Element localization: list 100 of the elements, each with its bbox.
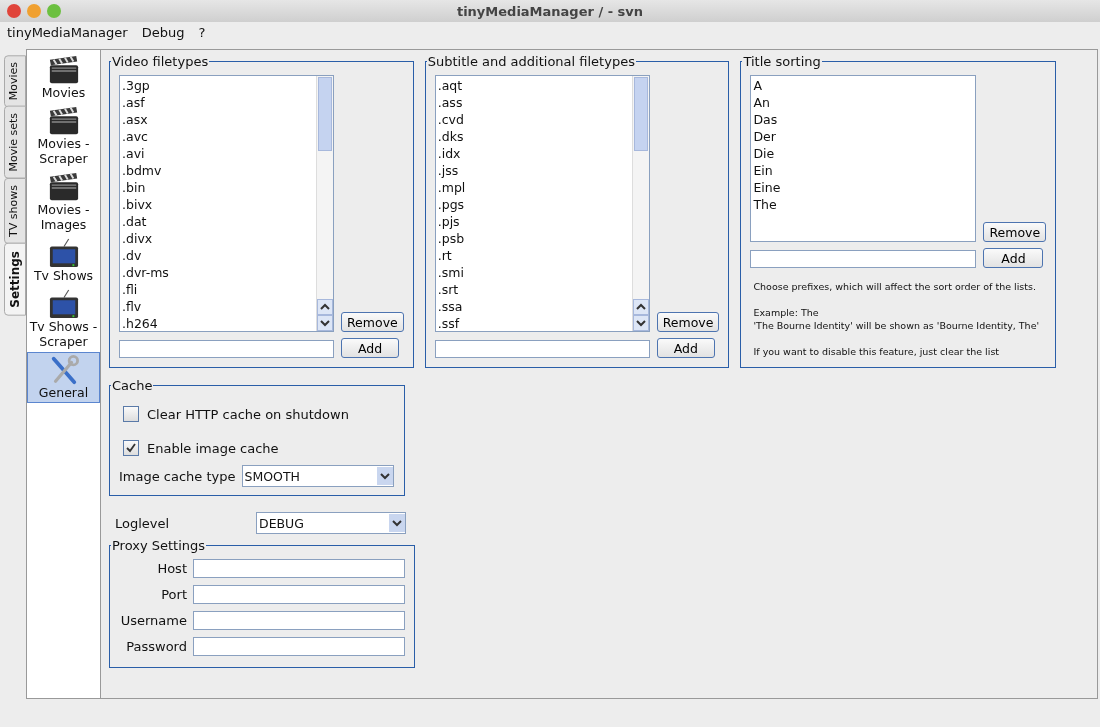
vertical-tab[interactable]: Movie sets [4, 106, 26, 179]
scroll-down-icon[interactable] [317, 315, 333, 331]
add-button[interactable]: Add [983, 248, 1044, 268]
scrollbar-thumb[interactable] [633, 77, 648, 151]
field-label: Username [119, 612, 187, 628]
remove-button[interactable]: Remove [983, 222, 1047, 242]
list-item[interactable]: .dvr-ms [122, 264, 314, 281]
menu-item[interactable]: ? [198, 25, 206, 40]
list-item[interactable]: .3gp [122, 77, 314, 94]
add-button[interactable]: Add [341, 338, 399, 358]
input-field[interactable] [193, 610, 405, 630]
list-item[interactable]: .idx [437, 145, 630, 162]
window-title: tinyMediaManager / - svn [456, 3, 644, 19]
list-item[interactable]: Das [753, 111, 974, 128]
nav-item[interactable]: Tv Shows - Scraper [27, 286, 100, 352]
group-title: Title sorting [742, 54, 822, 69]
menu-item[interactable]: Debug [141, 25, 185, 40]
checkbox[interactable] [123, 406, 139, 422]
list-item[interactable]: Ein [753, 162, 974, 179]
vertical-tab[interactable]: Settings [4, 242, 26, 316]
field-label: Host [156, 560, 187, 576]
list-item[interactable]: An [753, 94, 974, 111]
list-item[interactable]: .cvd [437, 111, 630, 128]
chevron-down-icon [376, 467, 393, 485]
checkbox-label: Enable image cache [147, 440, 279, 456]
list-item[interactable]: .avc [122, 128, 314, 145]
list-item[interactable]: .pgs [437, 196, 630, 213]
scroll-down-icon[interactable] [632, 315, 649, 331]
list-item[interactable]: .jss [437, 162, 630, 179]
dropdown[interactable]: DEBUG [256, 512, 406, 534]
list-item[interactable]: .dks [437, 128, 630, 145]
list-item[interactable]: .bdmv [122, 162, 314, 179]
list-item[interactable]: A [753, 77, 974, 94]
field-label: Image cache type [119, 468, 236, 484]
nav-item[interactable]: General [27, 352, 100, 403]
window-control-icon[interactable] [7, 4, 21, 18]
checkbox[interactable] [123, 440, 139, 456]
list-item[interactable]: .rt [437, 247, 630, 264]
help-text: Example: The [753, 306, 820, 319]
nav-item[interactable]: Movies - Images [27, 169, 100, 235]
group-title: Subtitle and additional filetypes [426, 54, 636, 69]
list-item[interactable]: .dat [122, 213, 314, 230]
window-control-icon[interactable] [27, 4, 41, 18]
list-item[interactable]: .asf [122, 94, 314, 111]
list-item[interactable]: .flv [122, 298, 314, 315]
dropdown[interactable]: SMOOTH [241, 465, 394, 487]
clapperboard-icon [47, 55, 80, 85]
tv-icon [47, 289, 80, 319]
scroll-up-icon[interactable] [317, 299, 333, 315]
list-item[interactable]: .fli [122, 281, 314, 298]
list-item[interactable]: .ssf [437, 315, 630, 332]
nav-item[interactable]: Tv Shows [27, 235, 100, 286]
nav-item[interactable]: Movies - Scraper [27, 103, 100, 169]
list-item[interactable]: .srt [437, 281, 630, 298]
checkbox-label: Clear HTTP cache on shutdown [147, 406, 349, 422]
field-label: Password [125, 638, 187, 654]
scroll-up-icon[interactable] [632, 299, 649, 315]
list-item[interactable]: .smi [437, 264, 630, 281]
list-item[interactable]: Der [753, 128, 974, 145]
list-item[interactable]: .bivx [122, 196, 314, 213]
group-title: Proxy Settings [111, 538, 207, 553]
scrollbar[interactable] [631, 76, 649, 331]
list-item[interactable]: Die [753, 145, 974, 162]
list-item[interactable]: .dv [122, 247, 314, 264]
list-item[interactable]: .ssa [437, 298, 630, 315]
scrollbar-thumb[interactable] [318, 77, 332, 151]
list-item[interactable]: .bin [122, 179, 314, 196]
window-control-icon[interactable] [47, 4, 61, 18]
input-field[interactable] [750, 250, 977, 268]
input-field[interactable] [193, 584, 405, 604]
input-field[interactable] [193, 636, 405, 656]
menu-item[interactable]: tinyMediaManager [7, 25, 128, 40]
list-item[interactable]: .h264 [122, 315, 314, 332]
input-field[interactable] [119, 340, 334, 358]
input-field[interactable] [434, 340, 650, 358]
group-title: Video filetypes [111, 54, 210, 69]
vertical-tab[interactable]: TV shows [4, 177, 26, 244]
help-text: Choose prefixes, which will affect the sort order of the lists. [753, 280, 1037, 293]
add-button[interactable]: Add [656, 338, 715, 358]
clapperboard-icon [47, 106, 80, 136]
list-item[interactable]: The [753, 196, 974, 213]
list-item[interactable]: .asx [122, 111, 314, 128]
list-item[interactable]: .ass [437, 94, 630, 111]
help-text: If you want to disable this feature, just clear the list [753, 345, 1001, 358]
vertical-tab[interactable]: Movies [4, 55, 26, 108]
list-item[interactable]: Eine [753, 179, 974, 196]
list-item[interactable]: .psb [437, 230, 630, 247]
nav-item[interactable]: Movies [27, 52, 100, 103]
remove-button[interactable]: Remove [341, 312, 404, 332]
field-label: Loglevel [115, 515, 170, 531]
list-item[interactable]: .pjs [437, 213, 630, 230]
list-item[interactable]: .avi [122, 145, 314, 162]
group-title: Cache [111, 378, 154, 393]
list-item[interactable]: .mpl [437, 179, 630, 196]
remove-button[interactable]: Remove [656, 312, 720, 332]
list-item[interactable]: .aqt [437, 77, 630, 94]
tv-icon [47, 238, 80, 268]
list-item[interactable]: .divx [122, 230, 314, 247]
scrollbar[interactable] [316, 76, 333, 331]
input-field[interactable] [193, 558, 405, 578]
